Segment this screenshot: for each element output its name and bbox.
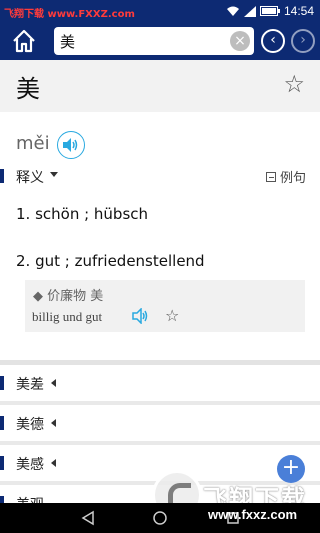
definition-2: 2. gut ; zufriedenstellend: [16, 252, 205, 270]
app-bar: × ‹ ›: [0, 22, 320, 60]
forward-button[interactable]: ›: [291, 29, 315, 53]
search-input[interactable]: [60, 30, 220, 52]
related-entry[interactable]: 美德: [0, 405, 320, 441]
clear-search-button[interactable]: ×: [230, 31, 250, 51]
back-button[interactable]: ‹: [261, 29, 285, 53]
example-chinese: ◆ 价廉物 美: [33, 289, 104, 304]
related-entry[interactable]: 美差: [0, 365, 320, 401]
headword: 美: [16, 75, 40, 103]
example-toggle[interactable]: 例句: [265, 167, 306, 186]
caret-left-icon: [51, 419, 56, 427]
search-box: ×: [54, 27, 254, 55]
related-entry-label: 美差: [16, 377, 44, 393]
caret-down-icon[interactable]: [50, 172, 58, 177]
signal-icon: [243, 5, 256, 17]
section-marker: [0, 376, 4, 390]
watermark-text: 飞翔下载 www.FXXZ.com: [4, 9, 135, 20]
clock: 14:54: [283, 4, 314, 18]
battery-icon: [259, 6, 280, 16]
home-button[interactable]: [10, 28, 38, 54]
plus-icon: +: [281, 455, 301, 480]
section-marker: [0, 456, 4, 470]
example-toggle-label: 例句: [279, 171, 306, 186]
related-entry-label: 美德: [16, 417, 44, 433]
headword-row: 美 ☆: [0, 60, 320, 112]
example-german: billig und gut: [32, 309, 103, 324]
collapse-icon: [265, 171, 276, 182]
favorite-star-icon[interactable]: ☆: [283, 70, 305, 98]
section-marker: [0, 169, 4, 183]
caret-left-icon: [51, 379, 56, 387]
watermark-url: www.fxxz.com: [208, 507, 298, 522]
speaker-icon[interactable]: [131, 308, 151, 324]
section-marker: [0, 416, 4, 430]
pronunciation-button[interactable]: [57, 131, 85, 159]
favorite-star-icon[interactable]: ☆: [165, 306, 179, 325]
related-entry-label: 美感: [16, 457, 44, 473]
wifi-icon: [226, 6, 239, 16]
definition-1: 1. schön ; hübsch: [16, 205, 149, 223]
chevron-right-icon: ›: [300, 32, 306, 48]
section-title[interactable]: 释义: [16, 167, 44, 187]
example-box: ◆ 价廉物 美 billig und gut ☆: [25, 280, 305, 332]
nav-back-icon[interactable]: [80, 510, 96, 526]
close-icon: ×: [234, 33, 246, 49]
nav-home-icon[interactable]: [152, 510, 168, 526]
home-icon: [13, 29, 35, 53]
caret-left-icon: [51, 459, 56, 467]
pinyin: měi: [16, 133, 50, 154]
status-bar: 飞翔下载 www.FXXZ.com 14:54: [0, 0, 320, 22]
speaker-icon: [63, 138, 78, 152]
chevron-left-icon: ‹: [270, 32, 276, 48]
